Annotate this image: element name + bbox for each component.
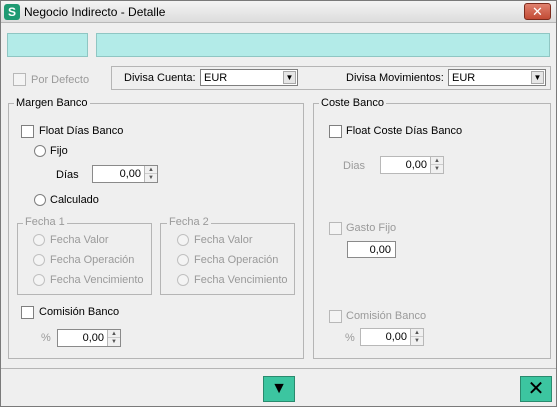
fecha2-operacion-label: Fecha Operación — [194, 254, 279, 266]
fecha2-valor-radio[interactable] — [177, 234, 189, 246]
fecha1-title: Fecha 1 — [23, 216, 67, 228]
coste-dias-stepper[interactable]: 0,00 ▲ ▼ — [380, 156, 444, 174]
divisa-cuenta-value: EUR — [204, 72, 228, 84]
down-arrow-button[interactable]: ▼ — [263, 376, 295, 402]
calculado-label: Calculado — [50, 194, 99, 206]
code-field[interactable] — [7, 33, 88, 57]
gasto-fijo-input[interactable]: 0,00 — [347, 241, 396, 258]
divisa-cuenta-label: Divisa Cuenta: — [124, 72, 196, 84]
description-field[interactable] — [96, 33, 550, 57]
dias-label: Días — [56, 169, 79, 181]
close-icon: ✕ — [527, 378, 545, 400]
title-bar: S Negocio Indirecto - Detalle ✕ — [1, 1, 556, 23]
coste-comision-label: Comisión Banco — [346, 310, 427, 322]
dias-value: 0,00 — [119, 168, 141, 180]
float-dias-banco-checkbox[interactable] — [21, 125, 34, 138]
fecha2-vencimiento-label: Fecha Vencimiento — [194, 274, 288, 286]
comision-pct-stepper[interactable]: 0,00 ▲ ▼ — [57, 329, 121, 347]
chevron-down-icon[interactable]: ▼ — [283, 71, 296, 84]
divisa-cuenta-select[interactable]: EUR ▼ — [200, 69, 298, 86]
coste-dias-label: Dias — [343, 160, 366, 172]
divisa-movimientos-label: Divisa Movimientos: — [346, 72, 444, 84]
dialog-window: S Negocio Indirecto - Detalle ✕ Por Defe… — [0, 0, 557, 407]
fecha1-operacion-label: Fecha Operación — [50, 254, 135, 266]
close-button[interactable]: ✕ — [520, 376, 552, 402]
gasto-fijo-value: 0,00 — [369, 244, 391, 256]
coste-pct-label: % — [345, 332, 355, 344]
down-arrow-icon: ▼ — [271, 380, 287, 397]
comision-banco-checkbox[interactable] — [21, 306, 34, 319]
app-icon: S — [4, 4, 20, 20]
divisa-movimientos-select[interactable]: EUR ▼ — [448, 69, 546, 86]
fecha1-valor-label: Fecha Valor — [50, 234, 109, 246]
window-title: Negocio Indirecto - Detalle — [24, 5, 166, 19]
chevron-down-icon[interactable]: ▼ — [531, 71, 544, 84]
fecha1-vencimiento-radio[interactable] — [33, 274, 45, 286]
gasto-fijo-label: Gasto Fijo — [346, 222, 397, 234]
fecha2-vencimiento-radio[interactable] — [177, 274, 189, 286]
fecha1-operacion-radio[interactable] — [33, 254, 45, 266]
window-close-button[interactable]: ✕ — [524, 3, 551, 20]
spin-arrows-icon[interactable]: ▲ ▼ — [410, 329, 423, 345]
pct-label: % — [41, 332, 51, 344]
float-coste-checkbox[interactable] — [329, 125, 342, 138]
coste-banco-title: Coste Banco — [319, 97, 386, 109]
comision-banco-label: Comisión Banco — [39, 306, 120, 318]
fijo-label: Fijo — [50, 145, 68, 157]
spin-arrows-icon[interactable]: ▲ ▼ — [430, 157, 443, 173]
comision-pct-value: 0,00 — [82, 332, 104, 344]
calculado-radio[interactable] — [34, 194, 46, 206]
coste-dias-value: 0,00 — [405, 159, 427, 171]
float-coste-label: Float Coste Días Banco — [346, 125, 463, 137]
fecha2-valor-label: Fecha Valor — [194, 234, 253, 246]
spin-arrows-icon[interactable]: ▲ ▼ — [107, 330, 120, 346]
footer-separator — [1, 368, 556, 369]
divisa-movimientos-value: EUR — [452, 72, 476, 84]
coste-comision-pct-stepper[interactable]: 0,00 ▲ ▼ — [360, 328, 424, 346]
spin-arrows-icon[interactable]: ▲ ▼ — [144, 166, 157, 182]
fecha1-vencimiento-label: Fecha Vencimiento — [50, 274, 144, 286]
fecha1-valor-radio[interactable] — [33, 234, 45, 246]
margen-banco-title: Margen Banco — [14, 97, 90, 109]
por-defecto-checkbox[interactable] — [13, 73, 26, 86]
coste-comision-checkbox[interactable] — [329, 310, 342, 323]
fecha2-title: Fecha 2 — [167, 216, 211, 228]
coste-comision-pct-value: 0,00 — [385, 331, 407, 343]
dias-stepper[interactable]: 0,00 ▲ ▼ — [92, 165, 158, 183]
fecha2-operacion-radio[interactable] — [177, 254, 189, 266]
float-dias-banco-label: Float Días Banco — [39, 125, 124, 137]
gasto-fijo-checkbox[interactable] — [329, 222, 342, 235]
fijo-radio[interactable] — [34, 145, 46, 157]
por-defecto-label: Por Defecto — [31, 74, 90, 86]
